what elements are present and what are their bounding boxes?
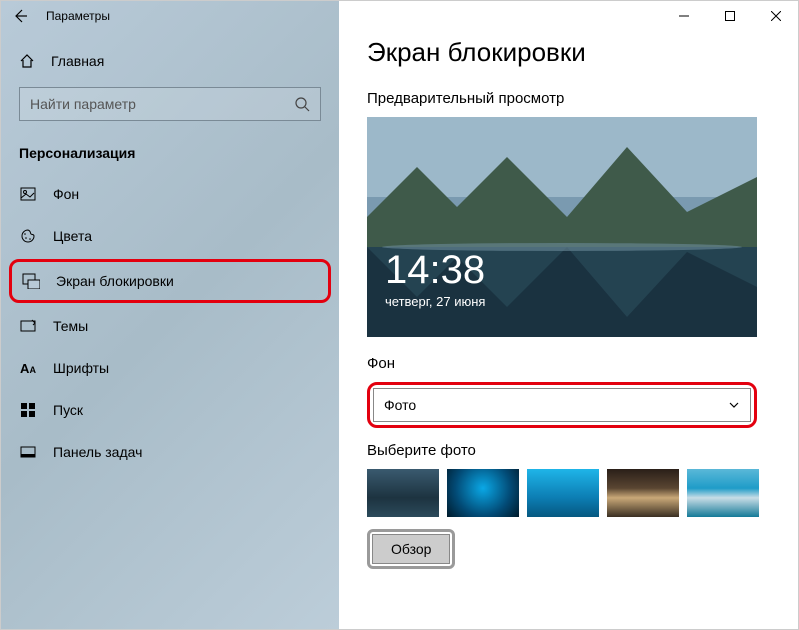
start-icon bbox=[19, 401, 37, 419]
background-label: Фон bbox=[367, 355, 770, 372]
sidebar-item-lockscreen[interactable]: Экран блокировки bbox=[9, 259, 331, 303]
window-title: Параметры bbox=[46, 9, 110, 23]
taskbar-icon bbox=[19, 443, 37, 461]
search-input[interactable] bbox=[30, 96, 294, 112]
sidebar-item-label: Шрифты bbox=[53, 360, 109, 376]
browse-highlight: Обзор bbox=[367, 529, 455, 569]
minimize-button[interactable] bbox=[661, 0, 707, 32]
close-button[interactable] bbox=[753, 0, 799, 32]
search-box[interactable] bbox=[19, 87, 321, 121]
category-label: Персонализация bbox=[1, 137, 339, 173]
home-icon bbox=[19, 53, 35, 69]
page-title: Экран блокировки bbox=[367, 37, 770, 68]
chevron-down-icon bbox=[728, 399, 740, 411]
sidebar: Главная Персонализация Фон Цвета Э bbox=[1, 1, 339, 629]
preview-label: Предварительный просмотр bbox=[367, 90, 770, 107]
sidebar-item-label: Фон bbox=[53, 186, 79, 202]
sidebar-item-label: Экран блокировки bbox=[56, 273, 174, 289]
fonts-icon: AA bbox=[19, 359, 37, 377]
browse-button[interactable]: Обзор bbox=[372, 534, 450, 564]
themes-icon bbox=[19, 317, 37, 335]
lockscreen-preview: 14:38 четверг, 27 июня bbox=[367, 117, 757, 337]
sidebar-item-start[interactable]: Пуск bbox=[1, 389, 339, 431]
preview-overlay: 14:38 четверг, 27 июня bbox=[385, 250, 485, 309]
picture-icon bbox=[19, 185, 37, 203]
sidebar-item-fonts[interactable]: AA Шрифты bbox=[1, 347, 339, 389]
photo-thumb[interactable] bbox=[447, 469, 519, 517]
palette-icon bbox=[19, 227, 37, 245]
sidebar-item-taskbar[interactable]: Панель задач bbox=[1, 431, 339, 473]
content-area: Экран блокировки Предварительный просмот… bbox=[339, 1, 798, 629]
titlebar: Параметры bbox=[0, 0, 799, 32]
sidebar-item-label: Темы bbox=[53, 318, 88, 334]
sidebar-item-label: Панель задач bbox=[53, 444, 142, 460]
window-controls bbox=[661, 0, 799, 32]
photo-thumb[interactable] bbox=[687, 469, 759, 517]
sidebar-item-colors[interactable]: Цвета bbox=[1, 215, 339, 257]
preview-date: четверг, 27 июня bbox=[385, 294, 485, 309]
lockscreen-icon bbox=[22, 272, 40, 290]
sidebar-item-background[interactable]: Фон bbox=[1, 173, 339, 215]
sidebar-item-label: Цвета bbox=[53, 228, 92, 244]
search-icon bbox=[294, 96, 310, 112]
back-button[interactable] bbox=[0, 0, 40, 32]
home-nav[interactable]: Главная bbox=[1, 43, 339, 79]
home-label: Главная bbox=[51, 53, 104, 69]
sidebar-item-label: Пуск bbox=[53, 402, 83, 418]
maximize-button[interactable] bbox=[707, 0, 753, 32]
photo-thumb[interactable] bbox=[527, 469, 599, 517]
photo-thumb[interactable] bbox=[367, 469, 439, 517]
background-dropdown-highlight: Фото bbox=[367, 382, 757, 428]
dropdown-value: Фото bbox=[384, 397, 416, 413]
choose-photo-label: Выберите фото bbox=[367, 442, 770, 459]
photo-thumbnails bbox=[367, 469, 770, 517]
preview-time: 14:38 bbox=[385, 250, 485, 290]
sidebar-item-themes[interactable]: Темы bbox=[1, 305, 339, 347]
background-dropdown[interactable]: Фото bbox=[373, 388, 751, 422]
photo-thumb[interactable] bbox=[607, 469, 679, 517]
